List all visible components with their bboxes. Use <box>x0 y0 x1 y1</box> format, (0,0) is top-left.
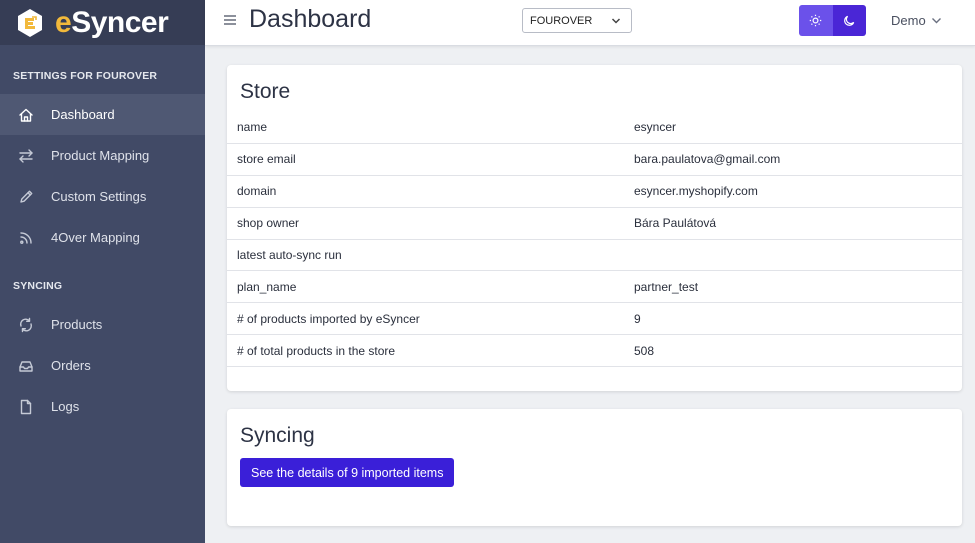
table-row: shop owner Bára Paulátová <box>227 208 962 240</box>
brand-name-e: e <box>55 5 72 39</box>
store-card: Store name esyncer store email bara.paulat… <box>227 65 962 391</box>
sidebar-item-label: Product Mapping <box>51 148 150 163</box>
row-value: esyncer <box>634 120 677 135</box>
table-row: # of products imported by eSyncer 9 <box>227 303 962 336</box>
sidebar-item-label: 4Over Mapping <box>51 230 140 245</box>
user-name: Demo <box>891 13 926 28</box>
brand[interactable]: eSyncer <box>0 0 205 45</box>
chevron-down-icon <box>926 15 942 26</box>
arrows-exchange-icon <box>18 148 34 164</box>
page-title: Dashboard <box>249 5 372 33</box>
row-key: domain <box>237 184 277 199</box>
row-value: Bára Paulátová <box>634 216 717 231</box>
sidebar-item-label: Products <box>51 317 103 332</box>
table-row: plan_name partner_test <box>227 271 962 304</box>
syncing-card: Syncing See the details of 9 imported it… <box>227 409 962 526</box>
store-select[interactable]: FOUROVER <box>522 8 632 33</box>
table-row: latest auto-sync run <box>227 240 962 272</box>
row-value: bara.paulatova@gmail.com <box>634 152 781 167</box>
sidebar-item-logs[interactable]: Logs <box>0 386 205 427</box>
brand-name-rest: Syncer <box>71 5 169 39</box>
row-key: shop owner <box>237 216 300 231</box>
top-header: Dashboard FOUROVER Demo <box>205 0 975 46</box>
sidebar-item-product-mapping[interactable]: Product Mapping <box>0 135 205 176</box>
row-key: plan_name <box>237 279 297 294</box>
store-select-value: FOUROVER <box>530 14 593 27</box>
home-icon <box>18 107 34 123</box>
sidebar-item-dashboard[interactable]: Dashboard <box>0 94 205 135</box>
brand-name: eSyncer <box>55 5 169 39</box>
row-value: 9 <box>634 311 641 326</box>
sidebar-item-label: Orders <box>51 358 91 373</box>
sidebar-item-orders[interactable]: Orders <box>0 345 205 386</box>
light-theme-button[interactable] <box>799 5 833 36</box>
row-key: # of products imported by eSyncer <box>237 311 420 326</box>
table-row: # of total products in the store 508 <box>227 335 962 368</box>
row-value: esyncer.myshopify.com <box>634 184 758 199</box>
see-imported-items-button[interactable]: See the details of 9 imported items <box>240 458 455 487</box>
sidebar-item-label: Logs <box>51 399 80 414</box>
syncing-card-title: Syncing <box>240 424 315 447</box>
sidebar-item-products[interactable]: Products <box>0 304 205 345</box>
document-icon <box>18 399 34 415</box>
rss-icon <box>18 230 34 246</box>
user-menu[interactable]: Demo <box>891 13 942 28</box>
store-info-table: name esyncer store email bara.paulatova@gm… <box>227 112 962 368</box>
sidebar-item-custom-settings[interactable]: Custom Settings <box>0 176 205 217</box>
sidebar-item-label: Dashboard <box>51 107 115 122</box>
inbox-icon <box>18 358 34 374</box>
row-key: # of total products in the store <box>237 343 396 358</box>
table-row: domain esyncer.myshopify.com <box>227 176 962 208</box>
dark-theme-button[interactable] <box>832 5 866 36</box>
row-value: 508 <box>634 343 655 358</box>
row-key: latest auto-sync run <box>237 248 342 262</box>
store-card-title: Store <box>240 80 291 103</box>
moon-icon <box>843 14 856 27</box>
sync-icon <box>18 317 34 333</box>
pencil-icon <box>18 189 34 205</box>
row-key: name <box>237 120 268 135</box>
hamburger-menu-icon[interactable] <box>223 13 237 27</box>
table-row: store email bara.paulatova@gmail.com <box>227 144 962 176</box>
section-title-syncing: SYNCING <box>13 280 63 292</box>
table-row: name esyncer <box>227 112 962 144</box>
row-value: partner_test <box>634 279 699 294</box>
theme-toggle <box>799 5 866 36</box>
sidebar: eSyncer SETTINGS FOR FOUROVER Dashboard … <box>0 0 205 543</box>
section-title-settings: SETTINGS FOR FOUROVER <box>13 70 158 82</box>
sidebar-item-label: Custom Settings <box>51 189 147 204</box>
chevron-down-icon <box>611 16 621 29</box>
sidebar-item-4over-mapping[interactable]: 4Over Mapping <box>0 217 205 258</box>
esyncer-logo-icon <box>15 8 45 38</box>
row-key: store email <box>237 152 296 167</box>
sun-icon <box>809 14 822 27</box>
